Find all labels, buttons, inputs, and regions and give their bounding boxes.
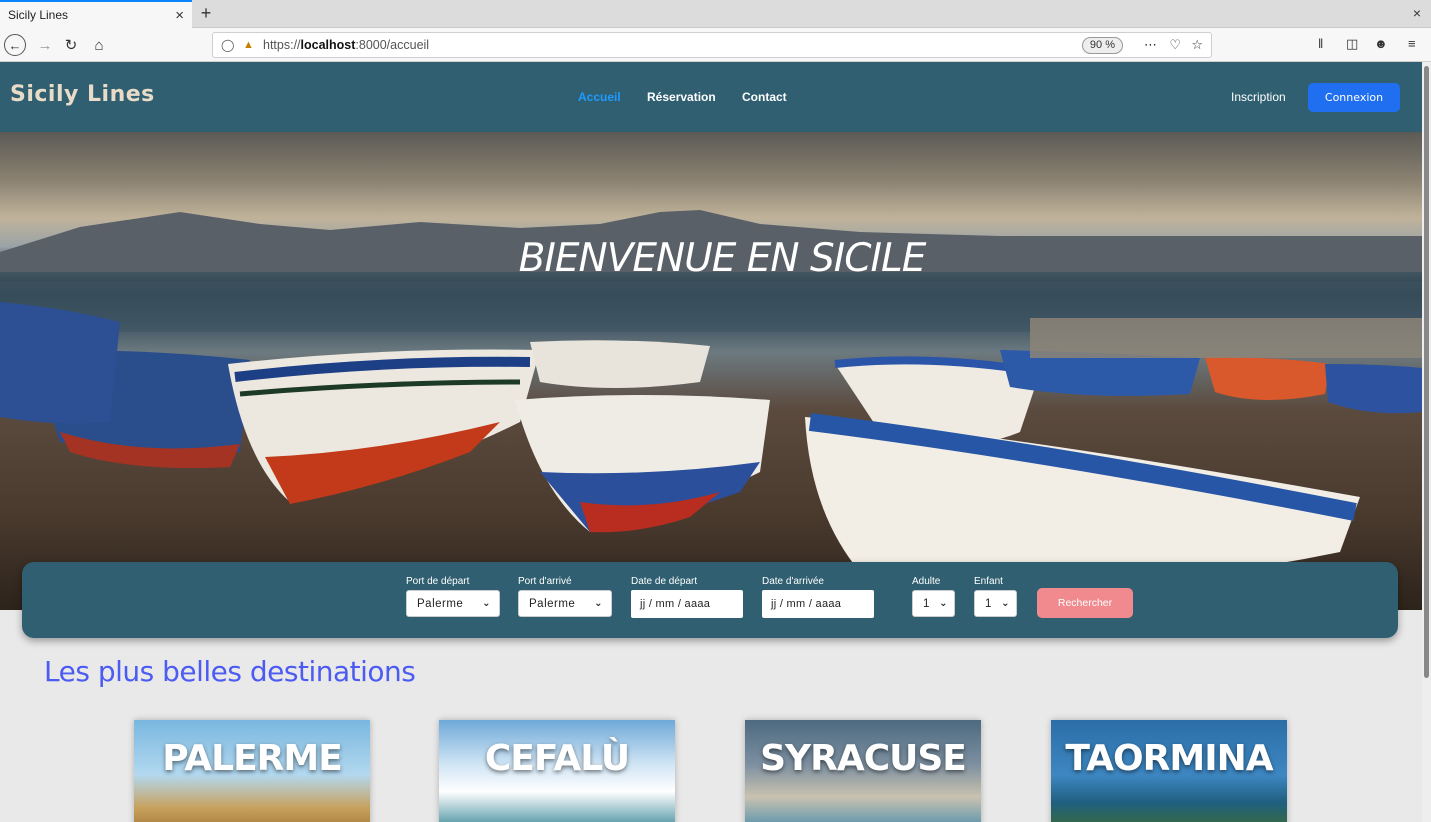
lock-icon[interactable]: ▲ — [243, 39, 257, 51]
browser-tab-bar: Sicily Lines × + × — [0, 0, 1431, 28]
site-brand[interactable]: Sicily Lines — [10, 82, 155, 107]
window-close-icon[interactable]: × — [1413, 5, 1421, 21]
nav-link-accueil[interactable]: Accueil — [578, 90, 621, 104]
tab-close-icon[interactable]: × — [175, 7, 184, 24]
chevron-down-icon: ⌄ — [1001, 598, 1010, 609]
new-tab-icon[interactable]: + — [196, 3, 216, 24]
port-depart-select[interactable]: Palerme ⌄ — [406, 590, 500, 617]
hero-title: BIENVENUE EN SICILE — [518, 236, 927, 281]
enfant-label: Enfant — [974, 576, 1003, 587]
destination-card-label: CEFALÙ — [484, 738, 630, 779]
chevron-down-icon: ⌄ — [939, 598, 948, 609]
url-bar[interactable]: ◯ ▲ https://localhost:8000/accueil 90 % … — [212, 32, 1212, 58]
port-depart-value: Palerme — [417, 597, 464, 610]
scrollbar-thumb[interactable] — [1424, 66, 1429, 678]
chevron-down-icon: ⌄ — [594, 598, 603, 609]
date-arrivee-input[interactable]: jj / mm / aaaa — [762, 590, 874, 618]
sidebar-icon[interactable]: ◫ — [1346, 36, 1358, 52]
chevron-down-icon: ⌄ — [482, 598, 491, 609]
destination-card-syracuse[interactable]: SYRACUSE — [745, 720, 981, 822]
hero-boats-photo — [0, 210, 1422, 584]
adulte-label: Adulte — [912, 576, 941, 587]
port-depart-label: Port de départ — [406, 576, 470, 587]
browser-nav-bar: ← → ↻ ⌂ ◯ ▲ https://localhost:8000/accue… — [0, 28, 1431, 62]
destination-card-label: TAORMINA — [1065, 738, 1273, 779]
url-text: https://localhost:8000/accueil — [263, 38, 430, 52]
more-icon[interactable]: ⋯ — [1144, 37, 1157, 53]
shield-icon[interactable]: ◯ — [221, 38, 235, 52]
adulte-select[interactable]: 1 ⌄ — [912, 590, 955, 617]
destination-card-palerme[interactable]: PALERME — [134, 720, 370, 822]
port-arrive-label: Port d'arrivé — [518, 576, 572, 587]
destinations-title: Les plus belles destinations — [44, 655, 416, 688]
nav-link-reservation[interactable]: Réservation — [647, 90, 716, 104]
adulte-value: 1 — [923, 597, 930, 610]
inscription-link[interactable]: Inscription — [1231, 90, 1286, 104]
port-arrive-select[interactable]: Palerme ⌄ — [518, 590, 612, 617]
enfant-select[interactable]: 1 ⌄ — [974, 590, 1017, 617]
destination-card-label: PALERME — [162, 738, 343, 779]
tab-title: Sicily Lines — [8, 8, 69, 22]
enfant-value: 1 — [985, 597, 992, 610]
zoom-level[interactable]: 90 % — [1081, 37, 1123, 54]
menu-icon[interactable]: ≡ — [1408, 36, 1416, 51]
home-icon[interactable]: ⌂ — [88, 34, 110, 56]
rechercher-button[interactable]: Rechercher — [1037, 588, 1133, 618]
destination-card-cefalu[interactable]: CEFALÙ — [439, 720, 675, 822]
back-icon[interactable]: ← — [4, 34, 26, 56]
date-depart-label: Date de départ — [631, 576, 698, 587]
search-panel: Port de départ Palerme ⌄ Port d'arrivé P… — [22, 562, 1398, 638]
date-arrivee-label: Date d'arrivée — [762, 576, 824, 587]
hero-banner: BIENVENUE EN SICILE — [0, 132, 1422, 610]
destination-card-taormina[interactable]: TAORMINA — [1051, 720, 1287, 822]
bookmark-star-icon[interactable]: ☆ — [1191, 37, 1203, 53]
library-icon[interactable]: ‖ — [1318, 36, 1323, 51]
browser-tab[interactable]: Sicily Lines × — [0, 0, 192, 28]
pocket-icon[interactable]: ♡ — [1169, 37, 1181, 53]
nav-link-contact[interactable]: Contact — [742, 90, 787, 104]
port-arrive-value: Palerme — [529, 597, 576, 610]
date-depart-input[interactable]: jj / mm / aaaa — [631, 590, 743, 618]
destination-card-label: SYRACUSE — [760, 738, 967, 779]
site-header: Sicily Lines Accueil Réservation Contact… — [0, 62, 1422, 132]
forward-icon[interactable]: → — [34, 34, 56, 56]
account-icon[interactable]: ☻ — [1374, 36, 1388, 51]
reload-icon[interactable]: ↻ — [60, 34, 82, 56]
connexion-button[interactable]: Connexion — [1308, 83, 1400, 112]
